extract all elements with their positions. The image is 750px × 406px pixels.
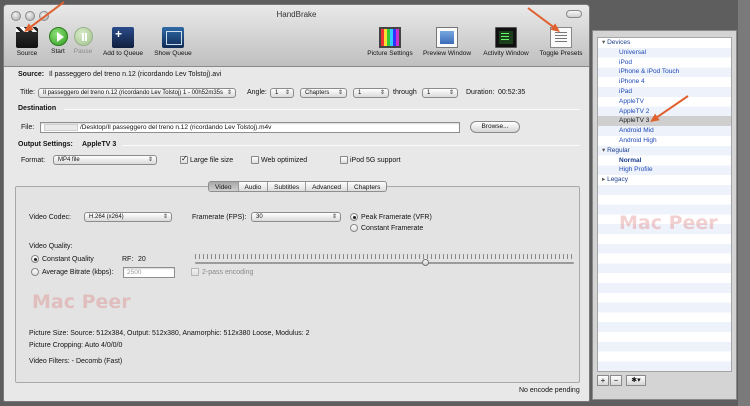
arrow-to-toggle-presets-shaft [527,7,554,28]
arrow-group [24,1,689,122]
arrow-to-appletv3-head [650,113,660,122]
arrow-to-source-shaft [30,1,65,28]
annotation-arrows [24,1,689,122]
arrow-to-appletv3-shaft [656,95,689,118]
